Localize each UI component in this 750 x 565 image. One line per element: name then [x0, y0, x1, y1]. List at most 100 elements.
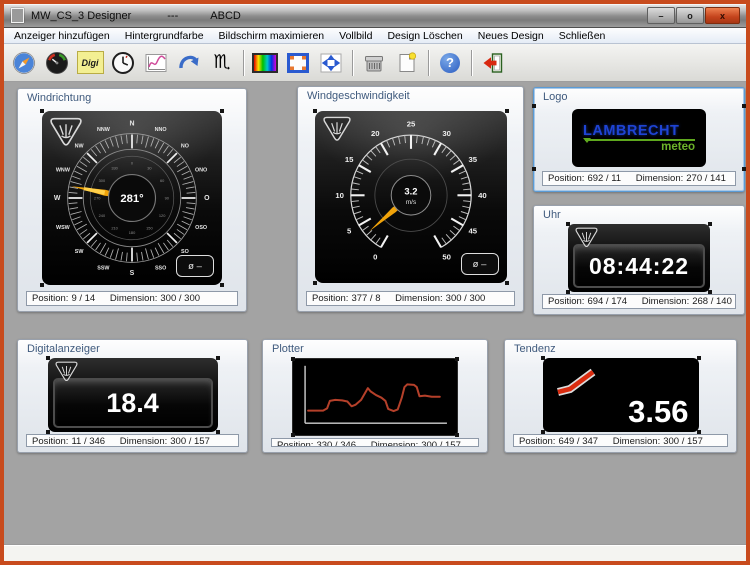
- wind-direction-gauge[interactable]: NNNONOONOOOSOSOSSOSSSWSWWSWWWNWNWNNW0306…: [42, 111, 222, 285]
- gauge-tool-button[interactable]: [43, 48, 71, 77]
- svg-text:90: 90: [165, 195, 170, 200]
- design-canvas: Windrichtung NNNONOONOOOSOSOSSOSSSWSWWSW…: [4, 82, 746, 544]
- panel-title: Logo: [534, 88, 744, 106]
- resize-handle[interactable]: [532, 104, 536, 108]
- resize-handle[interactable]: [46, 356, 50, 360]
- brand-sub-name: meteo: [583, 141, 695, 153]
- maximize-button[interactable]: o: [676, 7, 704, 24]
- resize-handle[interactable]: [216, 356, 220, 360]
- resize-handle[interactable]: [291, 433, 295, 437]
- lambrecht-brand: LAMBRECHT meteo: [583, 123, 695, 153]
- resize-handle[interactable]: [532, 167, 536, 171]
- digi-tool-button[interactable]: Digi: [76, 48, 104, 77]
- resize-handle[interactable]: [742, 104, 746, 108]
- brand-triangle-icon: [583, 138, 591, 143]
- trend-value: 3.56: [628, 394, 688, 430]
- help-button[interactable]: ?: [436, 48, 464, 77]
- trend-tool-button[interactable]: [175, 48, 203, 77]
- position-readout: Position:330 / 346 Dimension:300 / 157: [271, 438, 479, 447]
- new-page-icon: [395, 51, 419, 75]
- resize-handle[interactable]: [455, 433, 459, 437]
- svg-text:50: 50: [442, 253, 451, 262]
- plotter-icon: [144, 51, 168, 75]
- digital-display-widget[interactable]: 18.4: [48, 358, 218, 432]
- application-window: MW_CS_3 Designer --- ABCD – o x Anzeiger…: [0, 0, 750, 565]
- resize-handle[interactable]: [708, 290, 712, 294]
- clock-tool-button[interactable]: [109, 48, 137, 77]
- new-design-button[interactable]: [393, 48, 421, 77]
- menu-schliessen[interactable]: Schließen: [559, 30, 606, 42]
- resize-handle[interactable]: [220, 109, 224, 113]
- svg-text:330: 330: [111, 165, 118, 170]
- resize-handle[interactable]: [697, 356, 701, 360]
- resize-handle[interactable]: [313, 281, 317, 285]
- resize-handle[interactable]: [291, 357, 295, 361]
- average-button[interactable]: ø –: [461, 253, 499, 275]
- app-icon: [11, 8, 24, 23]
- widget-panel-tendenz: Tendenz 3.56 Position:649 / 347 Dimensio…: [504, 339, 737, 453]
- svg-text:WSW: WSW: [56, 225, 71, 231]
- resize-handle[interactable]: [40, 109, 44, 113]
- svg-text:ONO: ONO: [195, 168, 207, 174]
- svg-text:10: 10: [335, 191, 344, 200]
- brand-underline: [585, 139, 695, 141]
- resize-handle[interactable]: [742, 167, 746, 171]
- digital-value-display: 18.4: [53, 378, 213, 428]
- trend-widget[interactable]: 3.56: [543, 358, 699, 432]
- exit-button[interactable]: [479, 48, 507, 77]
- panel-title: Plotter: [263, 340, 487, 358]
- background-color-button[interactable]: [251, 48, 279, 77]
- plotter-widget[interactable]: [292, 358, 458, 436]
- menu-design-loeschen[interactable]: Design Löschen: [387, 30, 462, 42]
- plotter-tool-button[interactable]: [142, 48, 170, 77]
- svg-text:120: 120: [159, 213, 166, 218]
- position-readout: Position:692 / 11 Dimension:270 / 141: [542, 171, 736, 186]
- resize-handle[interactable]: [505, 281, 509, 285]
- resize-handle[interactable]: [566, 290, 570, 294]
- resize-handle[interactable]: [40, 283, 44, 287]
- menu-neues-design[interactable]: Neues Design: [478, 30, 544, 42]
- maximize-screen-button[interactable]: [284, 48, 312, 77]
- wind-speed-gauge[interactable]: 051015202530354045503.2m/s ø –: [315, 111, 507, 283]
- title-bar[interactable]: MW_CS_3 Designer --- ABCD – o x: [4, 4, 746, 28]
- average-button[interactable]: ø –: [176, 255, 214, 277]
- clock-icon: [111, 51, 135, 75]
- help-icon: ?: [440, 53, 460, 73]
- menu-hintergrundfarbe[interactable]: Hintergrundfarbe: [125, 30, 204, 42]
- compass-tool-button[interactable]: [10, 48, 38, 77]
- menu-bildschirm-maximieren[interactable]: Bildschirm maximieren: [219, 30, 325, 42]
- brand-name: LAMBRECHT: [583, 123, 695, 139]
- fullscreen-button[interactable]: [317, 48, 345, 77]
- position-readout: Position:11 / 346 Dimension:300 / 157: [26, 434, 239, 447]
- toolbar-separator: [471, 50, 472, 76]
- close-button[interactable]: x: [705, 7, 740, 24]
- resize-handle[interactable]: [541, 356, 545, 360]
- gauge-icon: [45, 51, 69, 75]
- svg-text:210: 210: [111, 226, 118, 231]
- meteo-m-icon: ♏: [213, 53, 230, 72]
- svg-text:30: 30: [147, 165, 152, 170]
- resize-handle[interactable]: [697, 430, 701, 434]
- resize-handle[interactable]: [220, 283, 224, 287]
- resize-handle[interactable]: [216, 430, 220, 434]
- menu-anzeiger-hinzufuegen[interactable]: Anzeiger hinzufügen: [14, 30, 110, 42]
- svg-text:60: 60: [160, 178, 165, 183]
- menu-bar: Anzeiger hinzufügen Hintergrundfarbe Bil…: [4, 28, 746, 44]
- clock-widget[interactable]: 08:44:22: [568, 224, 710, 292]
- resize-handle[interactable]: [455, 357, 459, 361]
- resize-handle[interactable]: [505, 109, 509, 113]
- resize-handle[interactable]: [708, 222, 712, 226]
- minimize-button[interactable]: –: [647, 7, 675, 24]
- resize-handle[interactable]: [541, 430, 545, 434]
- resize-handle[interactable]: [46, 430, 50, 434]
- logo-widget[interactable]: LAMBRECHT meteo: [572, 109, 706, 167]
- toolbar-separator: [243, 50, 244, 76]
- resize-handle[interactable]: [566, 222, 570, 226]
- svg-text:300: 300: [99, 178, 106, 183]
- svg-text:OSO: OSO: [195, 225, 207, 231]
- meteo-logo-tool-button[interactable]: ♏: [208, 48, 236, 77]
- lambrecht-shield-icon: [322, 116, 352, 142]
- menu-vollbild[interactable]: Vollbild: [339, 30, 372, 42]
- resize-handle[interactable]: [313, 109, 317, 113]
- delete-design-button[interactable]: [360, 48, 388, 77]
